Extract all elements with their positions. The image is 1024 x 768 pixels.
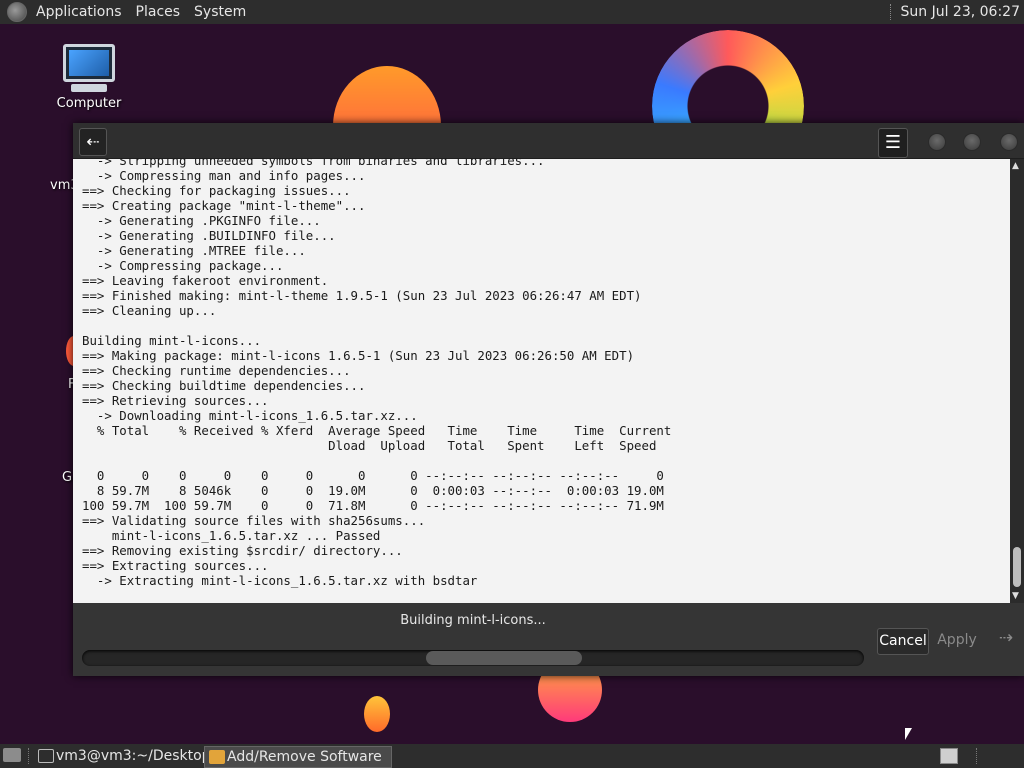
terminal-line: 0 0 0 0 0 0 0 0 --:--:-- --:--:-- --:--:… (82, 468, 664, 483)
terminal-line: Dload Upload Total Spent Left Speed (82, 438, 657, 453)
mouse-cursor (905, 728, 912, 740)
panel-separator (889, 4, 893, 20)
scroll-down-icon[interactable]: ▼ (1012, 591, 1019, 601)
progress-indicator (426, 651, 582, 665)
desktop-icon-label-partial[interactable]: G (62, 470, 72, 485)
progress-bar (82, 650, 864, 666)
terminal-line: Building mint-l-icons... (82, 333, 262, 348)
terminal-line: ==> Checking buildtime dependencies... (82, 378, 366, 393)
system-menu[interactable]: System (187, 0, 253, 24)
maximize-button[interactable] (963, 133, 981, 151)
desktop-icon-computer[interactable]: Computer (48, 44, 130, 111)
taskbar-item-add-remove-software[interactable]: Add/Remove Software (204, 746, 392, 768)
terminal-line: -> Compressing package... (82, 258, 284, 273)
wallpaper-blob (364, 696, 390, 732)
terminal-line: -> Generating .PKGINFO file... (82, 213, 321, 228)
terminal-line: ==> Extracting sources... (82, 558, 269, 573)
terminal-line: ==> Validating source files with sha256s… (82, 513, 426, 528)
panel-separator (976, 748, 978, 764)
terminal-line: ==> Checking for packaging issues... (82, 183, 351, 198)
window-titlebar[interactable]: ⇠ ☰ (73, 123, 1024, 159)
close-button[interactable] (1000, 133, 1018, 151)
cancel-button[interactable]: Cancel (877, 628, 929, 655)
terminal-line: % Total % Received % Xferd Average Speed… (82, 423, 672, 438)
apply-button[interactable]: Apply (931, 628, 983, 653)
back-button[interactable]: ⇠ (79, 128, 107, 156)
terminal-scrollbar[interactable]: ▲ ▼ (1010, 159, 1024, 603)
applications-menu[interactable]: Applications (29, 0, 129, 24)
taskbar-item-terminal[interactable]: vm3@vm3:~/Desktop (34, 746, 220, 766)
clock[interactable]: Sun Jul 23, 06:27 (901, 4, 1024, 20)
forward-button[interactable]: ⇢ (995, 626, 1017, 651)
terminal-line: -> Generating .BUILDINFO file... (82, 228, 336, 243)
desktop-icon-label: Computer (56, 96, 122, 111)
hamburger-menu-icon: ☰ (884, 132, 902, 153)
terminal-line: ==> Retrieving sources... (82, 393, 269, 408)
terminal-lines: -> Stripping unneeded symbols from binar… (82, 159, 671, 588)
terminal-line: ==> Making package: mint-l-icons 1.6.5-1… (82, 348, 635, 363)
taskbar-item-label: vm3@vm3:~/Desktop (56, 748, 211, 764)
terminal-output[interactable]: -> Stripping unneeded symbols from binar… (73, 159, 1010, 603)
add-remove-software-window: ⇠ ☰ -> Stripping unneeded symbols from b… (73, 123, 1024, 676)
terminal-line: ==> Removing existing $srcdir/ directory… (82, 543, 403, 558)
software-icon (209, 750, 225, 764)
scroll-up-icon[interactable]: ▲ (1012, 161, 1019, 171)
minimize-button[interactable] (928, 133, 946, 151)
top-panel: Applications Places System Sun Jul 23, 0… (0, 0, 1024, 24)
terminal-line: -> Compressing man and info pages... (82, 168, 366, 183)
clock-area: Sun Jul 23, 06:27 (889, 0, 1024, 24)
mint-logo-icon[interactable] (7, 2, 27, 22)
scrollbar-thumb[interactable] (1013, 547, 1021, 587)
status-text: Building mint-l-icons... (400, 613, 546, 628)
terminal-line: ==> Checking runtime dependencies... (82, 363, 351, 378)
arrow-left-icon: ⇠ (86, 132, 100, 151)
taskbar-item-label: Add/Remove Software (227, 749, 382, 765)
terminal-line: -> Extracting mint-l-icons_1.6.5.tar.xz … (82, 573, 478, 588)
terminal-line: 100 59.7M 100 59.7M 0 0 71.8M 0 --:--:--… (82, 498, 664, 513)
computer-icon (63, 44, 115, 82)
terminal-line: -> Stripping unneeded symbols from binar… (82, 159, 545, 168)
terminal-icon (38, 749, 54, 763)
terminal-line: -> Generating .MTREE file... (82, 243, 306, 258)
menu-button[interactable]: ☰ (878, 128, 908, 158)
computer-icon-base (71, 84, 107, 92)
terminal-line: ==> Finished making: mint-l-theme 1.9.5-… (82, 288, 642, 303)
places-menu[interactable]: Places (129, 0, 188, 24)
bottom-panel: vm3@vm3:~/Desktop Add/Remove Software (0, 744, 1024, 768)
terminal-line: ==> Creating package "mint-l-theme"... (82, 198, 366, 213)
panel-separator (28, 748, 30, 764)
terminal-line: ==> Cleaning up... (82, 303, 217, 318)
terminal-line: ==> Leaving fakeroot environment. (82, 273, 329, 288)
terminal-line: 8 59.7M 8 5046k 0 0 19.0M 0 0:00:03 --:-… (82, 483, 664, 498)
workspace-switcher[interactable] (940, 748, 958, 764)
arrow-right-icon: ⇢ (998, 628, 1014, 648)
show-desktop-icon[interactable] (3, 748, 21, 762)
terminal-line: -> Downloading mint-l-icons_1.6.5.tar.xz… (82, 408, 418, 423)
terminal-line: mint-l-icons_1.6.5.tar.xz ... Passed (82, 528, 381, 543)
